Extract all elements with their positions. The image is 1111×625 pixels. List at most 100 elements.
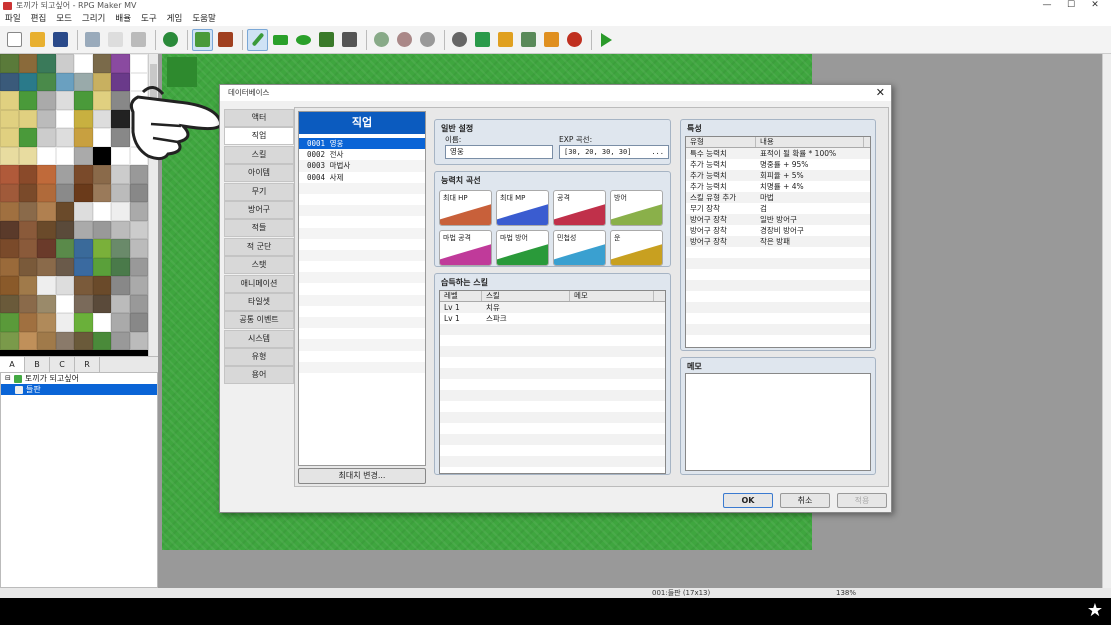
ellipse-icon[interactable] (293, 29, 314, 51)
undo-icon[interactable] (160, 29, 181, 51)
category-animations[interactable]: 애니메이션 (224, 274, 294, 293)
learning-row[interactable]: Lv 1 치유 (440, 302, 665, 313)
category-actors[interactable]: 액터 (224, 109, 294, 127)
menu-file[interactable]: 파일 (0, 12, 26, 26)
exp-curve-field[interactable]: [30, 20, 30, 30]... (559, 145, 669, 159)
tab-b[interactable]: B (25, 357, 50, 372)
tree-map[interactable]: 들판 (1, 384, 157, 395)
empty-row[interactable] (299, 182, 425, 194)
minimize-button[interactable]: — (1035, 0, 1059, 12)
menu-edit[interactable]: 편집 (26, 12, 52, 26)
shadow-pen-icon[interactable] (339, 29, 360, 51)
empty-row[interactable] (299, 317, 425, 329)
class-list-item[interactable]: 0003 마법사 (299, 160, 425, 172)
category-system[interactable]: 시스템 (224, 329, 294, 348)
trait-row[interactable]: 추가 능력치 회피율 + 5% (686, 170, 870, 181)
empty-row[interactable] (299, 194, 425, 205)
param-curve-2[interactable]: 공격 (553, 190, 606, 226)
empty-row[interactable] (299, 239, 425, 250)
param-curve-4[interactable]: 마법 공격 (439, 230, 492, 266)
empty-row[interactable] (440, 379, 665, 390)
param-curve-6[interactable]: 민첩성 (553, 230, 606, 266)
ok-button[interactable]: OK (723, 493, 773, 508)
empty-row[interactable] (299, 294, 425, 306)
trait-row[interactable]: 스킬 유형 추가 마법 (686, 192, 870, 203)
map-mode-icon[interactable] (192, 28, 213, 51)
empty-row[interactable] (686, 269, 870, 280)
empty-row[interactable] (686, 302, 870, 313)
tab-a[interactable]: A (0, 357, 25, 372)
menu-mode[interactable]: 모드 (51, 12, 77, 26)
event-mode-icon[interactable] (215, 29, 236, 51)
empty-row[interactable] (299, 339, 425, 351)
trait-row[interactable]: 추가 능력치 명중률 + 95% (686, 159, 870, 170)
zoom-actual-icon[interactable] (417, 29, 438, 51)
playtest-icon[interactable] (596, 29, 617, 51)
save-icon[interactable] (50, 29, 71, 51)
category-classes[interactable]: 직업 (224, 127, 294, 146)
maximize-button[interactable]: ☐ (1059, 0, 1083, 12)
menu-game[interactable]: 게임 (162, 12, 188, 26)
trait-row[interactable]: 무기 장착 검 (686, 203, 870, 214)
paste-icon[interactable] (128, 29, 149, 51)
trait-row[interactable]: 방어구 장착 일반 방어구 (686, 214, 870, 225)
apply-button[interactable]: 적용 (837, 493, 887, 508)
empty-row[interactable] (686, 258, 870, 269)
class-list-item[interactable]: 0001 영웅 (299, 138, 425, 150)
cut-icon[interactable] (82, 29, 103, 51)
empty-row[interactable] (440, 456, 665, 467)
param-curve-5[interactable]: 마법 방어 (496, 230, 549, 266)
plugin-icon[interactable] (472, 29, 493, 51)
empty-row[interactable] (440, 401, 665, 412)
trait-row[interactable]: 방어구 장착 작은 방패 (686, 236, 870, 247)
param-curve-1[interactable]: 최대 MP (496, 190, 549, 226)
resource-manager-icon[interactable] (541, 29, 562, 51)
pencil-icon[interactable] (247, 28, 268, 51)
trait-row[interactable]: 방어구 장착 경장비 방어구 (686, 225, 870, 236)
trait-row[interactable]: 특수 능력치 표적이 될 확률 * 100% (686, 148, 870, 159)
param-curve-3[interactable]: 방어 (610, 190, 663, 226)
zoom-in-icon[interactable] (371, 29, 392, 51)
event-search-icon[interactable] (518, 29, 539, 51)
change-maximum-button[interactable]: 최대치 변경... (298, 468, 426, 484)
close-window-button[interactable]: ✕ (1083, 0, 1107, 12)
category-weapons[interactable]: 무기 (224, 182, 294, 201)
category-armors[interactable]: 방어구 (224, 200, 294, 219)
learning-row[interactable]: Lv 1 스파크 (440, 313, 665, 324)
dialog-close-button[interactable]: ✕ (876, 85, 885, 101)
menu-draw[interactable]: 그리기 (77, 12, 110, 26)
name-input[interactable]: 영웅 (445, 145, 553, 159)
exp-curve-button[interactable]: ... (651, 146, 664, 158)
open-icon[interactable] (27, 29, 48, 51)
rectangle-icon[interactable] (270, 29, 291, 51)
empty-row[interactable] (440, 346, 665, 357)
empty-row[interactable] (299, 205, 425, 217)
empty-row[interactable] (299, 249, 425, 262)
empty-row[interactable] (299, 373, 425, 384)
category-common-events[interactable]: 공통 이벤트 (224, 311, 294, 330)
copy-icon[interactable] (105, 29, 126, 51)
menu-scale[interactable]: 배율 (110, 12, 136, 26)
empty-row[interactable] (299, 361, 425, 373)
sound-icon[interactable] (495, 29, 516, 51)
empty-row[interactable] (440, 324, 665, 335)
database-icon[interactable] (449, 29, 470, 51)
traits-table[interactable]: 유형 내용 특수 능력치 표적이 될 확률 * 100% 추가 능력치 명중률 + 9… (685, 136, 871, 348)
note-textarea[interactable] (685, 373, 871, 471)
empty-row[interactable] (299, 328, 425, 339)
param-curve-0[interactable]: 최대 HP (439, 190, 492, 226)
empty-row[interactable] (440, 357, 665, 368)
category-items[interactable]: 아이템 (224, 164, 294, 183)
map-scrollbar[interactable] (1102, 54, 1111, 588)
fill-icon[interactable] (316, 29, 337, 51)
character-generator-icon[interactable] (564, 29, 585, 51)
new-icon[interactable] (4, 29, 25, 51)
empty-row[interactable] (440, 423, 665, 434)
empty-row[interactable] (440, 412, 665, 423)
empty-row[interactable] (686, 247, 870, 258)
zoom-out-icon[interactable] (394, 29, 415, 51)
empty-row[interactable] (440, 335, 665, 346)
class-list-item[interactable]: 0002 전사 (299, 149, 425, 160)
trait-row[interactable]: 추가 능력치 치명률 + 4% (686, 181, 870, 192)
empty-row[interactable] (686, 313, 870, 324)
